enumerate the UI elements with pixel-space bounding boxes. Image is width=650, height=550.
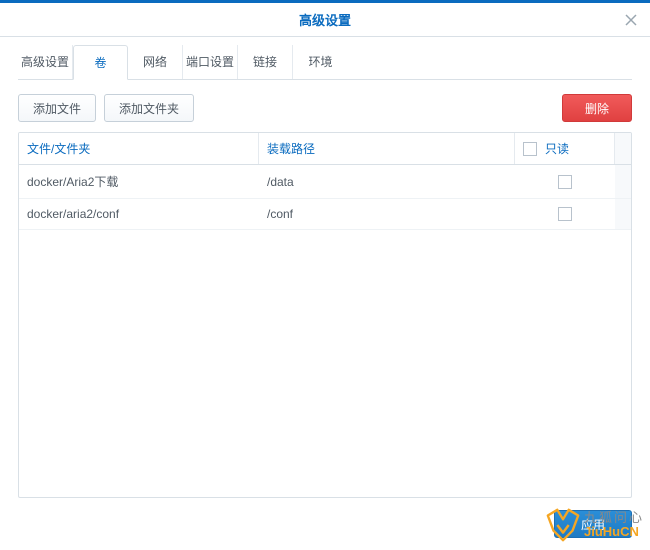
delete-button[interactable]: 删除: [562, 94, 632, 122]
tab-port[interactable]: 端口设置: [183, 45, 238, 79]
col-header-file[interactable]: 文件/文件夹: [19, 133, 259, 164]
tab-label: 端口设置: [186, 55, 234, 69]
cell-path: /conf: [259, 199, 515, 229]
tab-label: 卷: [94, 56, 106, 70]
tab-volume[interactable]: 卷: [73, 45, 128, 80]
toolbar: 添加文件 添加文件夹 删除: [18, 94, 632, 122]
tab-label: 网络: [143, 55, 167, 69]
col-header-path[interactable]: 装载路径: [259, 133, 515, 164]
header-readonly-checkbox[interactable]: [523, 142, 537, 156]
content-area: 高级设置 卷 网络 端口设置 链接 环境 添加文件 添加文件夹 删除 文件/文件…: [0, 37, 650, 498]
table-header: 文件/文件夹 装载路径 只读: [19, 133, 631, 165]
row-readonly-checkbox[interactable]: [558, 207, 572, 221]
tab-label: 高级设置: [21, 55, 69, 69]
table-row[interactable]: docker/aria2/conf /conf: [19, 199, 631, 230]
dialog: 高级设置 高级设置 卷 网络 端口设置 链接 环境 添加文件 添加文件夹 删除 …: [0, 0, 650, 550]
cell-file: docker/Aria2下载: [19, 165, 259, 198]
col-header-readonly-label: 只读: [545, 140, 569, 157]
row-readonly-checkbox[interactable]: [558, 175, 572, 189]
table-row[interactable]: docker/Aria2下载 /data: [19, 165, 631, 199]
cell-readonly: [515, 199, 615, 229]
col-header-readonly[interactable]: 只读: [515, 133, 615, 164]
tab-link[interactable]: 链接: [238, 45, 293, 79]
dialog-footer: 应用: [0, 498, 650, 550]
tab-env[interactable]: 环境: [293, 45, 348, 79]
close-icon[interactable]: [622, 11, 640, 29]
titlebar: 高级设置: [0, 3, 650, 37]
cell-file: docker/aria2/conf: [19, 199, 259, 229]
col-header-spacer: [615, 133, 631, 164]
tab-label: 环境: [308, 55, 332, 69]
cell-readonly: [515, 165, 615, 198]
cell-spacer: [615, 165, 631, 198]
tab-bar: 高级设置 卷 网络 端口设置 链接 环境: [18, 45, 632, 80]
cell-spacer: [615, 199, 631, 229]
cell-path: /data: [259, 165, 515, 198]
apply-button[interactable]: 应用: [554, 510, 632, 538]
add-folder-button[interactable]: 添加文件夹: [104, 94, 194, 122]
add-file-button[interactable]: 添加文件: [18, 94, 96, 122]
volume-table: 文件/文件夹 装载路径 只读 docker/Aria2下载 /data: [18, 132, 632, 498]
tab-advanced[interactable]: 高级设置: [18, 45, 73, 79]
tab-network[interactable]: 网络: [128, 45, 183, 79]
dialog-title: 高级设置: [299, 10, 351, 29]
tab-label: 链接: [253, 55, 277, 69]
table-body: docker/Aria2下载 /data docker/aria2/conf /…: [19, 165, 631, 230]
